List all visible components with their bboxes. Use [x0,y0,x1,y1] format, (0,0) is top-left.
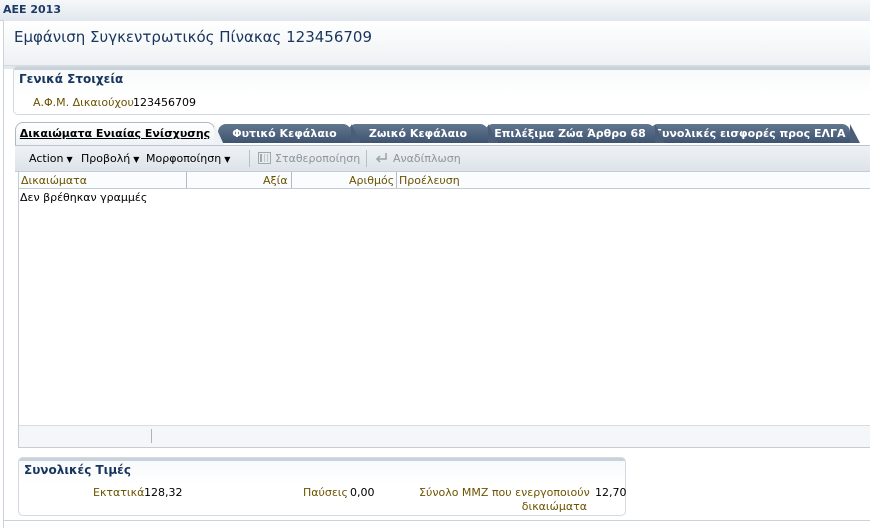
totals-section: Συνολικές Τιμές Εκτατικά 128,32 Παύσεις … [18,457,627,516]
pauseis-label: Παύσεις [303,486,348,499]
wrap-arrow-icon [375,153,387,163]
section-border [19,458,625,461]
column-header-value[interactable]: Αξία [263,174,288,187]
column-header-origin[interactable]: Προέλευση [399,174,460,187]
column-divider[interactable] [396,172,397,188]
tab-crop-capital[interactable]: Φυτικό Κεφάλαιο [218,124,361,143]
freeze-columns-icon [258,152,271,164]
action-menu[interactable]: Action ▼ [29,152,73,165]
action-menu-label: Action [29,152,64,165]
column-divider[interactable] [291,172,292,188]
column-divider[interactable] [186,172,187,188]
tab-elga-contributions[interactable]: Συνολικές εισφορές προς ΕΛΓΑ [650,124,860,143]
chevron-down-icon: ▼ [133,155,140,164]
bottom-border [3,520,870,521]
app-title: ΑΕΕ 2013 [3,3,61,16]
empty-table-message: Δεν βρέθηκαν γραμμές [20,191,148,204]
chevron-down-icon: ▼ [224,155,231,164]
mmz-label-line2: δικαιώματα [521,500,587,513]
general-info-title: Γενικά Στοιχεία [19,72,124,86]
afm-label: Α.Φ.Μ. Δικαιούχου [33,96,134,109]
totals-title: Συνολικές Τιμές [24,463,131,477]
rights-table: Δικαιώματα Αξία Αριθμός Προέλευση Δεν βρ… [18,171,870,448]
freeze-button[interactable]: Σταθεροποίηση [275,152,360,165]
chevron-down-icon: ▼ [66,155,73,164]
format-menu[interactable]: Μορφοποίηση ▼ [146,152,230,165]
mmz-label: Σύνολο ΜΜΖ που ενεργοποιούν δικαιώματα [419,486,590,513]
format-menu-label: Μορφοποίηση [146,152,222,165]
app-title-bar: ΑΕΕ 2013 [0,0,870,21]
pauseis-value: 0,00 [350,486,375,499]
column-header-number[interactable]: Αριθμός [349,174,394,187]
mmz-label-line1: Σύνολο ΜΜΖ που ενεργοποιούν [419,486,590,499]
section-border [14,67,870,70]
page-header: Εμφάνιση Συγκεντρωτικός Πίνακας 12345670… [4,21,870,65]
tab-bar: Συνολικές εισφορές προς ΕΛΓΑ Επιλέξιμα Ζ… [15,122,870,145]
view-menu[interactable]: Προβολή ▼ [81,152,139,165]
afm-value: 123456709 [133,96,196,109]
toolbar-separator [366,150,367,167]
general-info-section: Γενικά Στοιχεία Α.Φ.Μ. Δικαιούχου 123456… [13,66,870,115]
toolbar-separator [249,150,250,167]
wrap-button[interactable]: Αναδίπλωση [393,152,461,165]
ektatika-value: 128,32 [144,486,183,499]
ektatika-label: Εκτατικά [93,486,145,499]
footer-divider [151,429,152,443]
table-toolbar: Action ▼ Προβολή ▼ Μορφοποίηση ▼ Σταθεροποί… [15,145,870,172]
tab-eligible-animals[interactable]: Επιλέξιμα Ζώα Άρθρο 68 [485,124,665,143]
tab-single-payment-rights[interactable]: Δικαιώματα Ενιαίας Ενίσχυσης [15,122,224,145]
page-title: Εμφάνιση Συγκεντρωτικός Πίνακας 12345670… [14,28,373,46]
tab-livestock-capital[interactable]: Ζωικό Κεφάλαιο [348,124,498,143]
column-header-rights[interactable]: Δικαιώματα [21,174,87,187]
view-menu-label: Προβολή [81,152,131,165]
table-footer [19,425,870,447]
table-header: Δικαιώματα Αξία Αριθμός Προέλευση [19,172,870,189]
mmz-value: 12,70 [595,486,627,499]
